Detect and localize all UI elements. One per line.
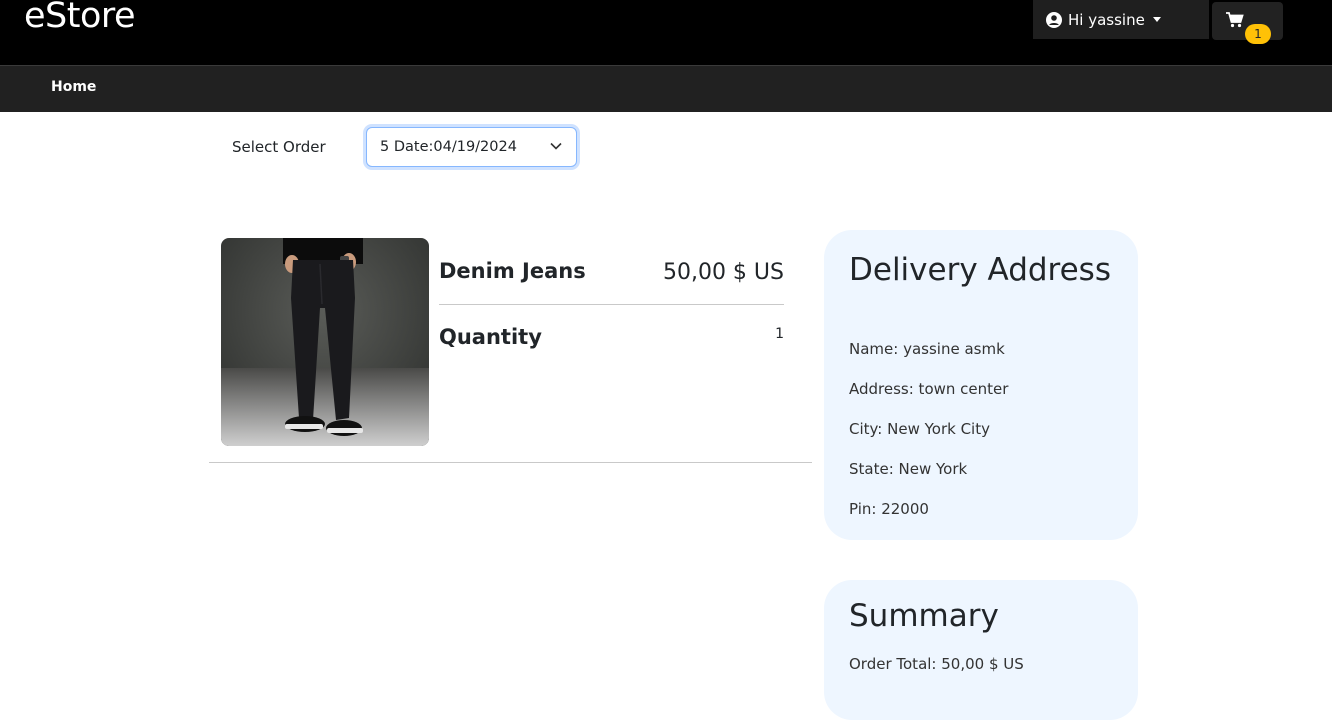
cart-count-badge: 1 xyxy=(1245,24,1271,44)
order-select-value: 5 Date:04/19/2024 xyxy=(380,139,517,155)
brand-logo[interactable]: eStore xyxy=(24,0,136,36)
delivery-address-card: Delivery Address Name: yassine asmk Addr… xyxy=(824,230,1138,540)
select-order-label: Select Order xyxy=(232,138,326,156)
delivery-pin: Pin: 22000 xyxy=(849,500,929,518)
summary-card: Summary Order Total: 50,00 $ US xyxy=(824,580,1138,720)
chevron-down-icon xyxy=(550,142,562,150)
delivery-address: Address: town center xyxy=(849,380,1009,398)
user-circle-icon xyxy=(1046,11,1062,28)
order-divider xyxy=(209,462,812,463)
product-image xyxy=(221,238,429,446)
delivery-name: Name: yassine asmk xyxy=(849,340,1005,358)
delivery-city: City: New York City xyxy=(849,420,990,438)
top-header: eStore Hi yassine 1 xyxy=(0,0,1332,66)
product-price: 50,00 $ US xyxy=(662,260,784,285)
main-nav: Home xyxy=(0,66,1332,112)
caret-down-icon xyxy=(1152,17,1161,22)
item-divider xyxy=(439,304,784,305)
shopping-cart-icon xyxy=(1226,12,1244,28)
user-greeting: Hi yassine xyxy=(1068,10,1145,29)
delivery-state: State: New York xyxy=(849,460,968,478)
user-menu-dropdown[interactable]: Hi yassine xyxy=(1033,0,1209,39)
nav-link-home[interactable]: Home xyxy=(51,79,96,95)
quantity-label: Quantity xyxy=(439,325,542,349)
cart-button[interactable]: 1 xyxy=(1212,2,1283,44)
order-select-dropdown[interactable]: 5 Date:04/19/2024 xyxy=(366,127,577,167)
product-name: Denim Jeans xyxy=(439,259,586,283)
quantity-value: 1 xyxy=(775,326,784,342)
order-total: Order Total: 50,00 $ US xyxy=(849,655,1024,673)
summary-title: Summary xyxy=(849,598,999,634)
delivery-title: Delivery Address xyxy=(849,252,1111,288)
